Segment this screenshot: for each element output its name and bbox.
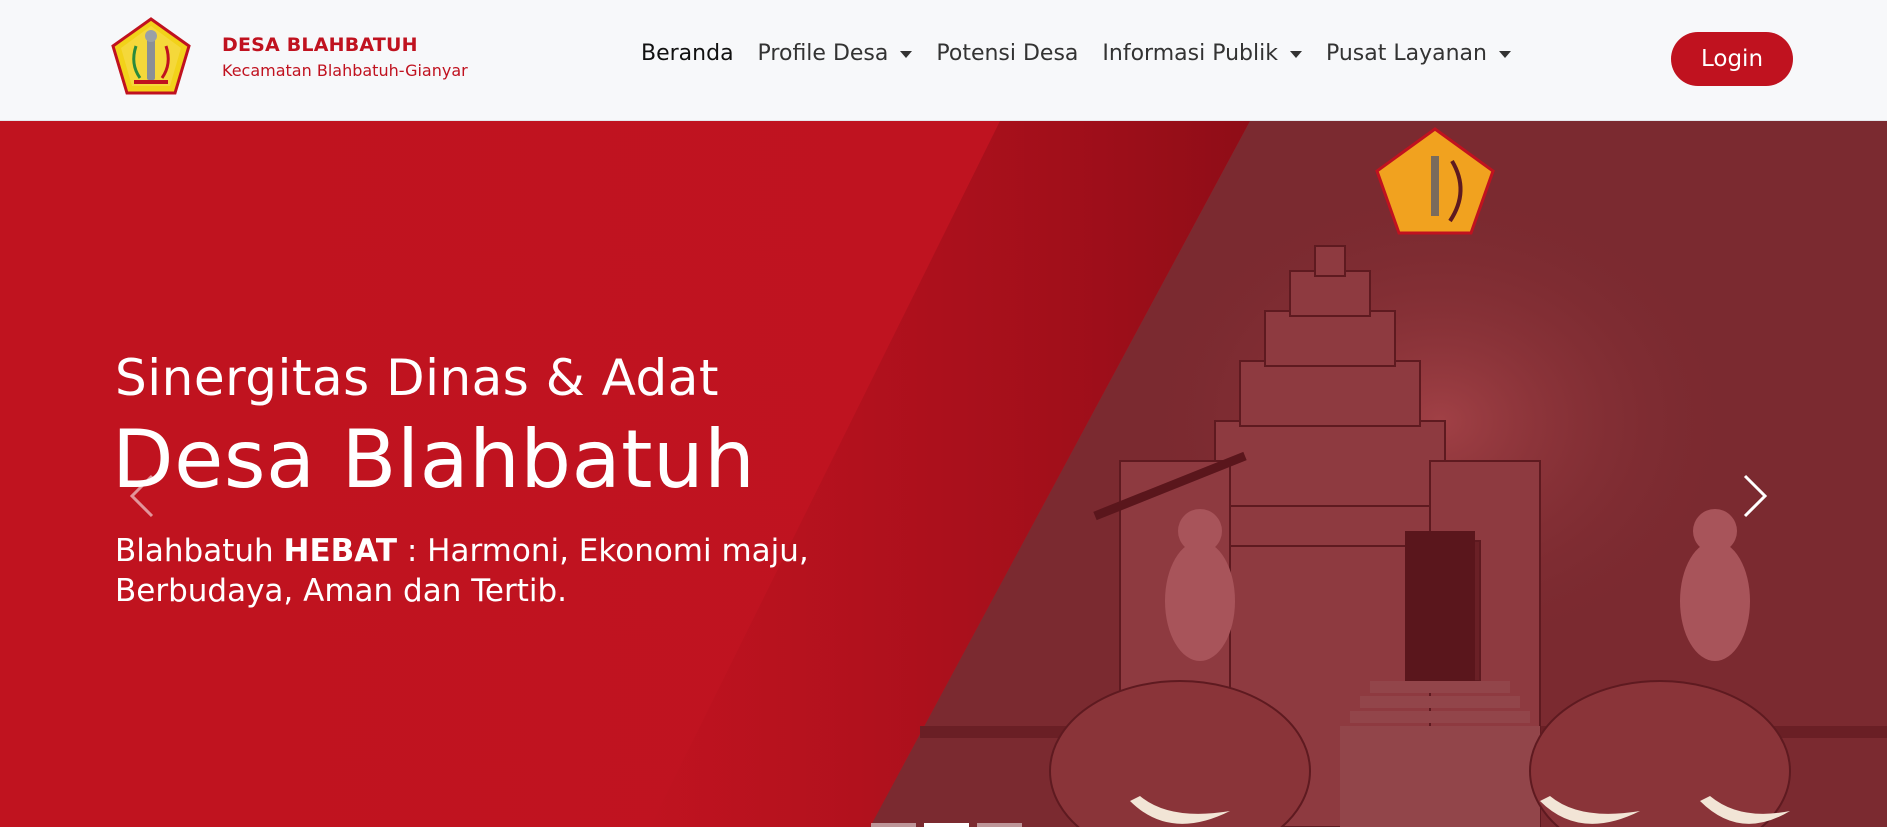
- nav-item-potensi-desa[interactable]: Potensi Desa: [936, 41, 1078, 66]
- hero-carousel: Sinergitas Dinas & Adat Desa Blahbatuh B…: [0, 121, 1887, 827]
- login-button[interactable]: Login: [1671, 32, 1793, 86]
- navbar: DESA BLAHBATUH Kecamatan Blahbatuh-Giany…: [0, 0, 1887, 121]
- nav-item-informasi-publik[interactable]: Informasi Publik: [1102, 41, 1302, 66]
- hero-title: Desa Blahbatuh: [112, 413, 756, 506]
- nav-item-label: Potensi Desa: [936, 40, 1079, 66]
- village-emblem-icon[interactable]: [110, 16, 192, 98]
- hero-tagline: Blahbatuh HEBAT : Harmoni, Ekonomi maju,…: [115, 531, 935, 611]
- carousel-indicator-2[interactable]: [924, 823, 969, 827]
- nav-item-pusat-layanan[interactable]: Pusat Layanan: [1326, 41, 1511, 66]
- nav-item-label: Informasi Publik: [1102, 40, 1278, 66]
- chevron-left-icon[interactable]: [122, 466, 162, 526]
- caret-down-icon: [1289, 50, 1302, 58]
- chevron-right-icon[interactable]: [1735, 466, 1775, 526]
- nav-item-label: Profile Desa: [757, 40, 889, 66]
- nav-item-label: Beranda: [641, 40, 734, 66]
- main-nav: Beranda Profile Desa Potensi Desa Inform…: [641, 38, 1535, 68]
- carousel-indicator-1[interactable]: [871, 823, 916, 827]
- nav-item-beranda[interactable]: Beranda: [641, 41, 734, 66]
- tagline-bold: HEBAT: [283, 533, 397, 569]
- hero-kicker: Sinergitas Dinas & Adat: [115, 349, 719, 407]
- carousel-indicator-3[interactable]: [977, 823, 1022, 827]
- tagline-prefix: Blahbatuh: [115, 533, 284, 569]
- caret-down-icon: [900, 50, 913, 58]
- brand-subtitle: Kecamatan Blahbatuh-Gianyar: [222, 61, 468, 80]
- caret-down-icon: [1498, 50, 1511, 58]
- carousel-indicators: [871, 823, 1030, 827]
- nav-item-label: Pusat Layanan: [1325, 40, 1487, 66]
- nav-item-profile-desa[interactable]: Profile Desa: [758, 41, 913, 66]
- brand-title[interactable]: DESA BLAHBATUH: [222, 34, 418, 56]
